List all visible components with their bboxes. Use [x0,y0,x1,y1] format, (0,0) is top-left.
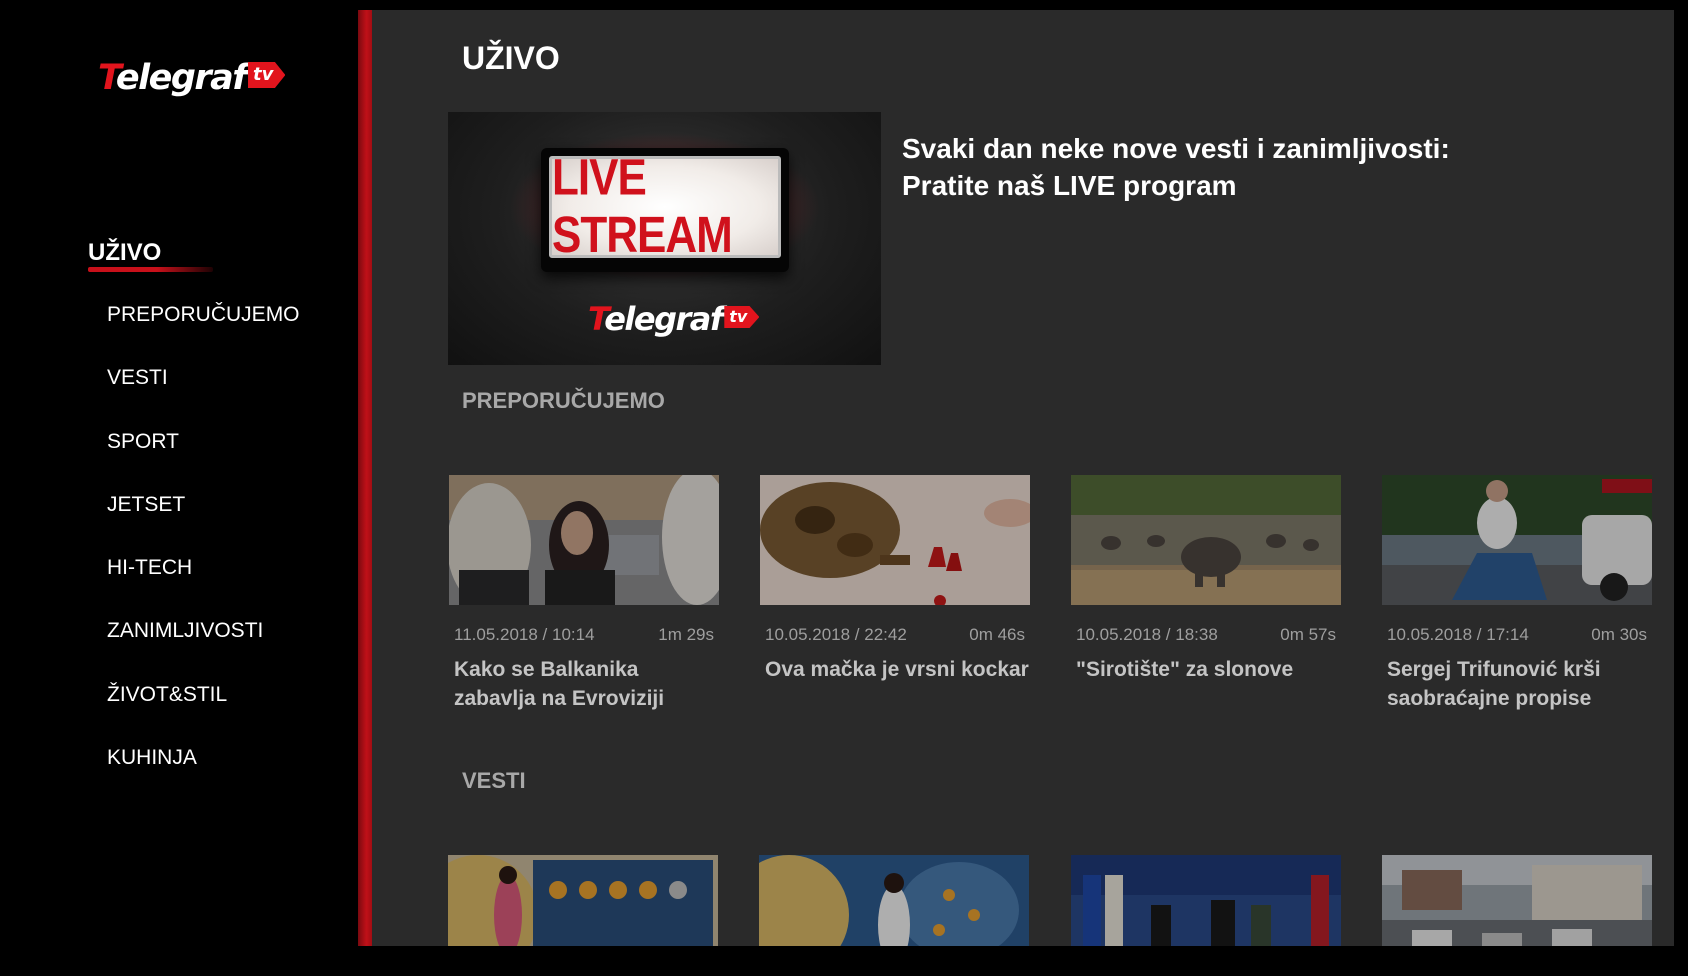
video-thumbnail [759,855,1029,946]
thumbnail-dim-overlay [760,475,1030,605]
live-stream-sign-text: LIVE STREAM [552,149,733,264]
video-title: "Sirotište" za slonove [1076,658,1294,681]
thumbnail-dim-overlay [1071,475,1341,605]
video-thumbnail [1071,475,1341,605]
video-thumbnail [448,855,718,946]
video-duration: 0m 57s [1280,625,1336,644]
sidebar-item-vesti[interactable]: VESTI [107,365,168,391]
thumbnail-dim-overlay [1071,855,1341,946]
thumbnail-dim-overlay [449,475,719,605]
live-stream-thumbnail[interactable]: LIVE STREAM Telegraf tv [448,112,881,365]
video-duration: 1m 29s [658,625,714,644]
row-title-preporucujemo: PREPORUČUJEMO [462,388,665,413]
video-meta: 10.05.2018 / 22:42 0m 46s [765,625,1025,645]
video-thumbnail [449,475,719,605]
live-stream-sign: LIVE STREAM [541,148,789,272]
video-date: 10.05.2018 / 18:38 [1076,625,1218,644]
sidebar-item-hi-tech[interactable]: HI-TECH [107,555,192,581]
thumbnail-dim-overlay [1382,855,1652,946]
screen-bottom-edge [0,946,1688,976]
sidebar: Telegraf tv UŽIVO PREPORUČUJEMO VESTI SP… [0,0,358,976]
video-duration: 0m 30s [1591,625,1647,644]
video-duration: 0m 46s [969,625,1025,644]
sidebar-item-zanimljivosti[interactable]: ZANIMLJIVOSTI [107,618,263,644]
telegraf-tv-logo: Telegraf tv [98,56,286,102]
logo-wordmark: Telegraf [98,56,248,100]
sidebar-item-sport[interactable]: SPORT [107,429,179,455]
video-thumbnail [1382,855,1652,946]
live-logo-tv-badge: tv [724,306,760,328]
thumbnail-dim-overlay [1382,475,1652,605]
video-meta: 10.05.2018 / 17:14 0m 30s [1387,625,1647,645]
video-title: Sergej Trifunović krši saobraćajne propi… [1387,658,1601,710]
video-date: 11.05.2018 / 10:14 [454,625,595,644]
sidebar-item-uzivo[interactable]: UŽIVO [88,240,161,266]
video-meta: 10.05.2018 / 18:38 0m 57s [1076,625,1336,645]
thumbnail-dim-overlay [759,855,1029,946]
logo-tv-badge: tv [248,62,286,88]
live-thumbnail-logo: Telegraf tv [588,300,760,338]
video-title: Kako se Balkanika zabavlja na Evroviziji [454,658,665,710]
live-description: Svaki dan neke nove vesti i zanimljivost… [902,130,1522,204]
main-content: UŽIVO LIVE STREAM Telegraf tv Svaki dan … [358,10,1674,946]
sidebar-item-kuhinja[interactable]: KUHINJA [107,745,197,771]
video-thumbnail [1382,475,1652,605]
video-date: 10.05.2018 / 17:14 [1387,625,1529,644]
page-title: UŽIVO [462,40,560,76]
live-description-line-1: Svaki dan neke nove vesti i zanimljivost… [902,133,1450,164]
video-meta: 11.05.2018 / 10:14 1m 29s [454,625,714,645]
active-item-underline [88,267,213,272]
logo-word-rest: elegraf [115,58,248,98]
sidebar-item-preporucujemo[interactable]: PREPORUČUJEMO [107,302,300,328]
video-thumbnail [760,475,1030,605]
thumbnail-dim-overlay [448,855,718,946]
live-logo-first-letter: T [588,300,606,338]
live-description-line-2: Pratite naš LIVE program [902,170,1237,201]
screen-right-edge [1674,0,1688,976]
live-logo-word-rest: elegraf [604,300,724,338]
logo-first-letter: T [98,58,117,98]
row-title-vesti: VESTI [462,768,526,793]
sidebar-item-jetset[interactable]: JETSET [107,492,185,518]
live-logo-wordmark: Telegraf [588,300,724,338]
live-sign-panel: LIVE STREAM [549,150,781,263]
video-title: Ova mačka je vrsni kockar [765,658,1029,681]
sidebar-item-zivot-stil[interactable]: ŽIVOT&STIL [107,682,227,708]
video-date: 10.05.2018 / 22:42 [765,625,907,644]
video-thumbnail [1071,855,1341,946]
focus-accent-bar [358,10,372,946]
